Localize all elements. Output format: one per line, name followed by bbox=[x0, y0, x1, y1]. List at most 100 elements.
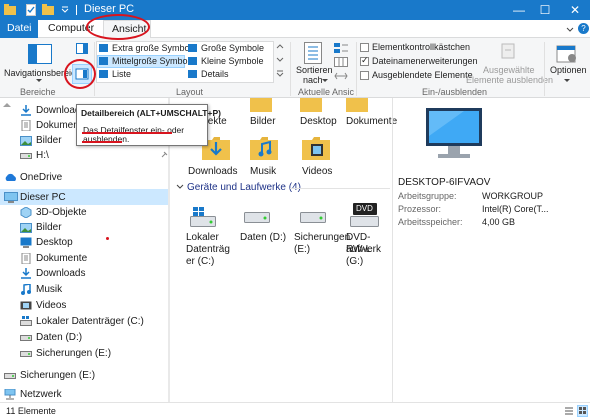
drive-icon bbox=[244, 210, 270, 224]
nav-label: Sicherungen (E:) bbox=[20, 370, 96, 381]
drive-d[interactable]: Daten (D:) bbox=[240, 202, 290, 243]
layout-small[interactable]: Kleine Symbole bbox=[201, 56, 264, 66]
folder-music[interactable]: Musik bbox=[250, 134, 290, 178]
group-label-current-view: Aktuelle Ansic bbox=[298, 87, 355, 97]
drive-icon bbox=[20, 348, 32, 359]
nav-label: Bilder bbox=[36, 222, 62, 233]
medium-icons-icon bbox=[99, 57, 108, 65]
add-columns-icon[interactable] bbox=[334, 57, 348, 67]
nav-label: H:\ bbox=[36, 150, 49, 161]
large-icons-icon bbox=[188, 44, 197, 52]
pin-icon bbox=[160, 151, 168, 159]
options-icon[interactable] bbox=[556, 42, 578, 64]
item-checkboxes-label[interactable]: Elementkontrollkästchen bbox=[372, 42, 470, 52]
computer-large-icon bbox=[424, 106, 484, 162]
drive-label-line: Lokaler bbox=[186, 232, 219, 243]
scroll-up-arrow-icon[interactable] bbox=[3, 102, 11, 108]
file-extensions-checkbox[interactable] bbox=[360, 55, 369, 66]
drive-label-line: (G:) bbox=[346, 256, 364, 267]
sort-by-label-1[interactable]: Sortieren bbox=[296, 65, 333, 75]
gallery-more-icon[interactable] bbox=[276, 70, 284, 78]
large-icons-toggle-icon[interactable] bbox=[577, 405, 588, 417]
group-label-layout: Layout bbox=[176, 87, 204, 97]
file-manager-icon[interactable] bbox=[4, 4, 16, 15]
hidden-items-checkbox[interactable] bbox=[360, 71, 369, 80]
details-view-toggle-icon[interactable] bbox=[564, 406, 574, 416]
detail-key: Prozessor: bbox=[398, 204, 442, 214]
list-icon bbox=[99, 70, 108, 78]
title-bar: Dieser PC — ☐ ✕ bbox=[0, 0, 590, 20]
music-folder-icon bbox=[250, 134, 278, 160]
options-dropdown-icon[interactable] bbox=[564, 79, 570, 83]
layout-large[interactable]: Große Symbole bbox=[201, 43, 264, 53]
drive-e[interactable]: Sicherungen (E:) bbox=[294, 202, 350, 255]
sort-by-icon[interactable] bbox=[304, 42, 322, 64]
folder-icon bbox=[250, 98, 272, 112]
drive-icon bbox=[4, 370, 16, 381]
sort-by-dropdown-icon[interactable] bbox=[322, 79, 328, 83]
drive-label-line: (E:) bbox=[294, 244, 311, 255]
help-icon[interactable]: ? bbox=[578, 23, 589, 34]
group-separator bbox=[356, 42, 357, 96]
folder-label: Desktop bbox=[300, 116, 337, 127]
folder-pictures[interactable]: Bilder bbox=[250, 98, 290, 130]
options-button[interactable]: Optionen bbox=[550, 65, 587, 75]
group-by-icon[interactable] bbox=[334, 43, 348, 53]
collapse-section-icon[interactable] bbox=[176, 184, 184, 190]
group-separator bbox=[544, 42, 545, 96]
expand-ribbon-icon[interactable] bbox=[565, 24, 575, 34]
dvd-badge: DVD bbox=[356, 204, 373, 213]
group-label-bereiche: Bereiche bbox=[20, 87, 56, 97]
file-extensions-label[interactable]: Dateinamenerweiterungen bbox=[372, 56, 478, 66]
hide-selected-icon[interactable] bbox=[500, 42, 518, 60]
minimize-button[interactable]: — bbox=[506, 0, 532, 20]
preview-pane-icon[interactable] bbox=[76, 43, 88, 54]
devices-section-header[interactable]: Geräte und Laufwerke (4) bbox=[187, 182, 301, 193]
nav-label: Musik bbox=[36, 284, 63, 295]
folder-documents[interactable]: Dokumente bbox=[346, 98, 397, 130]
new-folder-icon[interactable] bbox=[42, 4, 54, 15]
drive-c[interactable]: Lokaler Datenträg er (C:) bbox=[186, 202, 236, 267]
drive-label-line: Sicherungen bbox=[294, 232, 351, 243]
cloud-icon bbox=[4, 172, 16, 183]
dropdown-icon[interactable] bbox=[60, 4, 70, 14]
size-columns-icon[interactable] bbox=[334, 71, 348, 81]
layout-extra-large[interactable]: Extra große Symbole bbox=[112, 43, 197, 53]
nav-label: Dokument bbox=[36, 120, 82, 131]
navigation-pane-dropdown-icon[interactable] bbox=[36, 79, 42, 83]
folder-desktop[interactable]: Desktop bbox=[300, 98, 340, 130]
document-icon bbox=[20, 120, 32, 131]
detail-value: Intel(R) Core(T... bbox=[482, 204, 549, 214]
navigation-pane-icon[interactable] bbox=[28, 44, 52, 64]
nav-label: Downloads bbox=[36, 268, 86, 279]
close-button[interactable]: ✕ bbox=[562, 0, 588, 20]
folder-label: Downloads bbox=[188, 166, 238, 177]
nav-label: Netzwerk bbox=[20, 389, 62, 400]
nav-label: Desktop bbox=[36, 237, 73, 248]
group-label-show-hide: Ein-/ausblenden bbox=[422, 87, 488, 97]
folder-videos[interactable]: Videos bbox=[302, 134, 342, 178]
drive-label-line: aufwerk bbox=[346, 244, 382, 255]
nav-label: Download bbox=[36, 105, 81, 116]
hide-selected-label-1[interactable]: Ausgewählte bbox=[483, 65, 535, 75]
title-separator bbox=[76, 5, 77, 15]
nav-label: Dieser PC bbox=[20, 192, 66, 203]
tab-datei[interactable]: Datei bbox=[0, 20, 38, 38]
layout-list[interactable]: Liste bbox=[112, 69, 131, 79]
gallery-scroll-up-icon[interactable] bbox=[276, 42, 284, 50]
properties-icon[interactable] bbox=[26, 4, 36, 16]
item-checkboxes-checkbox[interactable] bbox=[360, 43, 369, 52]
drive-label-line: er (C:) bbox=[186, 256, 215, 267]
gallery-scroll-down-icon[interactable] bbox=[276, 56, 284, 64]
download-folder-icon bbox=[20, 105, 32, 116]
hide-selected-label-2[interactable]: Elemente ausblenden bbox=[466, 75, 553, 85]
layout-medium[interactable]: Mittelgroße Symbole bbox=[112, 56, 195, 66]
drive-g[interactable]: DVD DVD-RW-L aufwerk (G:) bbox=[346, 202, 390, 267]
maximize-button[interactable]: ☐ bbox=[532, 0, 558, 20]
sort-by-label-2[interactable]: nach bbox=[303, 75, 323, 85]
computer-icon bbox=[4, 192, 18, 203]
red-marker-dot bbox=[106, 237, 109, 240]
hidden-items-label[interactable]: Ausgeblendete Elemente bbox=[372, 70, 473, 80]
layout-details[interactable]: Details bbox=[201, 69, 229, 79]
detail-key: Arbeitsgruppe: bbox=[398, 191, 457, 201]
